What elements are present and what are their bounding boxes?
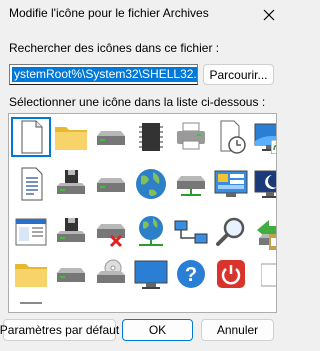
icon-item[interactable] bbox=[11, 164, 51, 204]
icon-item[interactable] bbox=[171, 212, 211, 252]
network-globe-icon bbox=[139, 216, 163, 246]
icon-item[interactable] bbox=[211, 164, 251, 204]
floppy-drive-icon bbox=[57, 170, 85, 194]
cancel-button[interactable]: Annuler bbox=[201, 319, 274, 341]
icon-item[interactable] bbox=[251, 164, 276, 204]
icon-item[interactable] bbox=[131, 254, 171, 294]
icon-item[interactable] bbox=[211, 212, 251, 252]
search-icon bbox=[216, 217, 245, 246]
icon-item[interactable] bbox=[91, 117, 131, 157]
printer-icon bbox=[177, 122, 205, 150]
drive-error-icon bbox=[97, 224, 125, 248]
text-document-icon bbox=[21, 167, 43, 201]
shortcut-arrow-icon bbox=[270, 139, 276, 155]
search-label: Rechercher des icônes dans ce fichier : bbox=[9, 41, 220, 55]
default-settings-button[interactable]: Paramètres par défaut bbox=[0, 319, 119, 341]
close-icon bbox=[263, 9, 274, 21]
icon-item[interactable] bbox=[131, 117, 171, 157]
icon-item[interactable] bbox=[51, 254, 91, 294]
icon-item[interactable] bbox=[211, 254, 251, 294]
icon-item[interactable] bbox=[11, 212, 51, 252]
drive-icon bbox=[57, 268, 85, 282]
icon-item[interactable] bbox=[51, 117, 91, 157]
icon-item[interactable] bbox=[11, 117, 51, 157]
window-title: Modifie l'icône pour le fichier Archives bbox=[9, 6, 209, 20]
icon-list-label: Sélectionner une icône dans la liste ci-… bbox=[9, 95, 266, 109]
icon-item[interactable] bbox=[211, 117, 251, 157]
svg-text:?: ? bbox=[185, 264, 197, 286]
network-icon bbox=[174, 220, 208, 244]
globe-icon bbox=[136, 169, 166, 199]
control-panel-icon bbox=[214, 170, 248, 197]
browse-button[interactable]: Parcourir... bbox=[203, 64, 274, 85]
file-path-input[interactable]: ystemRoot%\System32\SHELL32.dll bbox=[9, 64, 198, 85]
help-icon: ? bbox=[177, 260, 205, 288]
network-drive-icon bbox=[177, 176, 205, 196]
icon-list[interactable]: ? bbox=[8, 113, 277, 313]
partial-icon bbox=[260, 263, 276, 287]
icon-item[interactable] bbox=[171, 117, 211, 157]
folder-icon bbox=[15, 264, 47, 287]
desktop-monitor-icon bbox=[134, 260, 168, 289]
icon-item[interactable] bbox=[91, 164, 131, 204]
blank-document-icon bbox=[21, 120, 43, 154]
icon-item[interactable] bbox=[91, 212, 131, 252]
close-button[interactable] bbox=[252, 0, 285, 30]
window-icon bbox=[15, 218, 47, 246]
title-bar: Modifie l'icône pour le fichier Archives bbox=[0, 0, 285, 30]
icon-item[interactable] bbox=[11, 254, 51, 294]
horizontal-scrollbar[interactable] bbox=[20, 302, 42, 304]
icon-item[interactable]: ? bbox=[171, 254, 211, 294]
icon-item[interactable] bbox=[51, 164, 91, 204]
floppy-drive-icon bbox=[57, 218, 85, 242]
folder-icon bbox=[55, 127, 87, 150]
icon-item[interactable] bbox=[91, 254, 131, 294]
icon-item[interactable] bbox=[131, 212, 171, 252]
icon-item[interactable] bbox=[269, 234, 276, 250]
icon-item[interactable] bbox=[260, 260, 276, 290]
power-icon bbox=[217, 260, 245, 288]
ok-button[interactable]: OK bbox=[122, 319, 193, 341]
icon-item[interactable] bbox=[171, 164, 211, 204]
cd-drive-icon bbox=[97, 259, 125, 283]
icon-item[interactable] bbox=[131, 164, 171, 204]
drive-icon bbox=[97, 178, 125, 192]
shortcut-icon bbox=[269, 234, 276, 250]
icon-item[interactable] bbox=[51, 212, 91, 252]
clock-document-icon bbox=[220, 120, 246, 154]
drive-icon bbox=[97, 131, 125, 145]
file-path-value: ystemRoot%\System32\SHELL32.dll bbox=[12, 67, 197, 82]
sleep-monitor-icon bbox=[254, 170, 276, 198]
icon-item[interactable] bbox=[270, 139, 276, 155]
memory-chip-icon bbox=[139, 123, 163, 151]
